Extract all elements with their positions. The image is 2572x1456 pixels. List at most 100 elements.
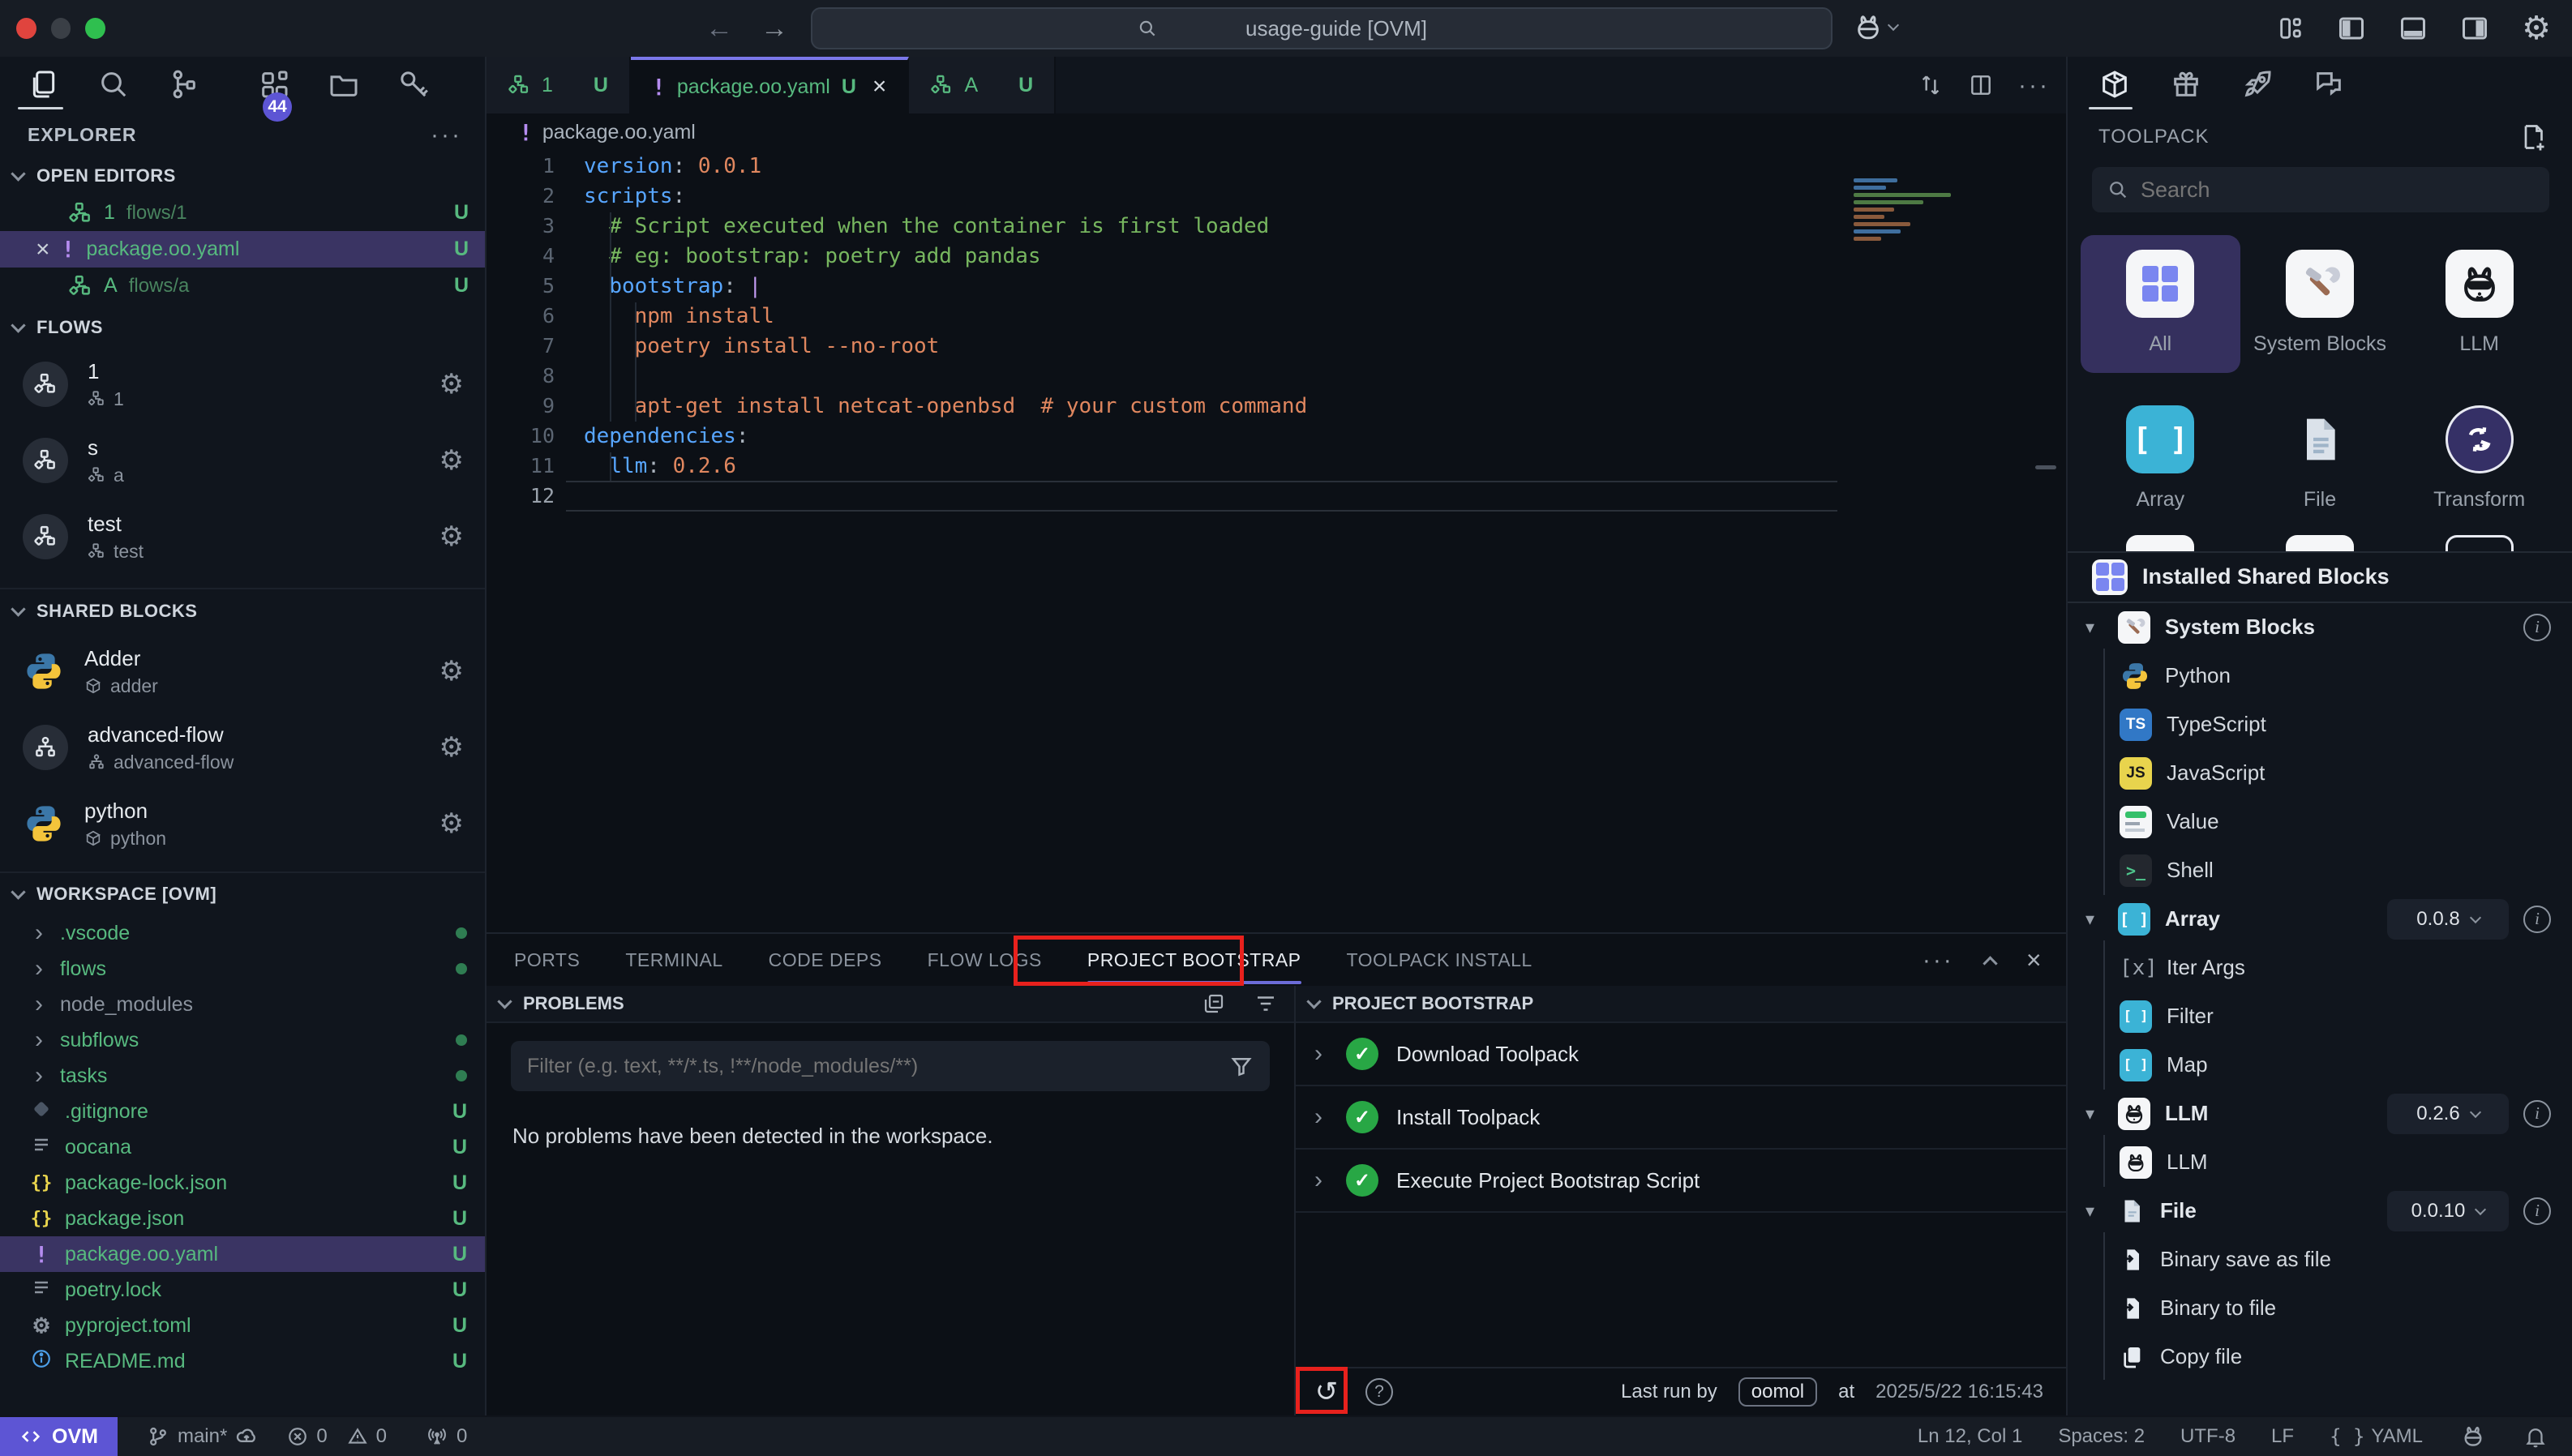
- editor-tab[interactable]: A U: [909, 57, 1056, 113]
- shared-blocks-header[interactable]: SHARED BLOCKS: [0, 588, 485, 633]
- split-editor-icon[interactable]: [1968, 72, 1994, 98]
- info-icon[interactable]: i: [2523, 1197, 2551, 1225]
- indentation[interactable]: Spaces: 2: [2058, 1425, 2145, 1448]
- workspace-folder[interactable]: ›tasks: [0, 1058, 485, 1094]
- workspace-file[interactable]: .gitignoreU: [0, 1094, 485, 1129]
- open-editors-header[interactable]: OPEN EDITORS: [0, 157, 485, 195]
- assistant-menu[interactable]: [1850, 10, 1897, 45]
- open-editor-item-active[interactable]: × ! package.oo.yaml U: [0, 231, 485, 268]
- workspace-folder[interactable]: ›.vscode: [0, 915, 485, 951]
- remote-indicator[interactable]: OVM: [0, 1417, 118, 1456]
- category-system-blocks[interactable]: System Blocks: [2240, 235, 2400, 373]
- close-window-button[interactable]: [16, 18, 36, 39]
- workspace-file[interactable]: oocanaU: [0, 1129, 485, 1165]
- problems-filter[interactable]: [511, 1041, 1270, 1091]
- toggle-left-sidebar-icon[interactable]: [2337, 14, 2366, 43]
- ports-indicator[interactable]: 0: [426, 1425, 467, 1448]
- block-python[interactable]: Python: [2068, 652, 2572, 700]
- gear-icon[interactable]: ⚙: [439, 370, 464, 398]
- block-typescript[interactable]: TS TypeScript: [2068, 700, 2572, 749]
- search-tab-icon[interactable]: [97, 68, 130, 101]
- version-select[interactable]: 0.0.10: [2387, 1191, 2509, 1231]
- gift-tab-icon[interactable]: [2170, 68, 2202, 101]
- toolpack-search-input[interactable]: [2141, 178, 2535, 203]
- command-center-search[interactable]: [811, 7, 1833, 49]
- block-iter-args[interactable]: [x] Iter Args: [2068, 944, 2572, 992]
- scrollbar-handle[interactable]: [2035, 465, 2056, 469]
- bell-icon[interactable]: [2523, 1424, 2548, 1449]
- chevron-right-icon[interactable]: ›: [1309, 1167, 1328, 1194]
- category-array[interactable]: [ ] Array: [2081, 391, 2240, 529]
- panel-more-icon[interactable]: ···: [1923, 954, 1954, 966]
- category-transform[interactable]: Transform: [2399, 391, 2559, 529]
- back-button[interactable]: ←: [705, 13, 733, 45]
- version-select[interactable]: 0.2.6: [2387, 1094, 2509, 1134]
- toggle-bottom-panel-icon[interactable]: [2398, 14, 2428, 43]
- folder-tab-icon[interactable]: [328, 68, 360, 101]
- close-icon[interactable]: ×: [36, 236, 50, 263]
- workspace-file[interactable]: ⚙pyproject.tomlU: [0, 1308, 485, 1343]
- block-filter[interactable]: [ ] Filter: [2068, 992, 2572, 1041]
- editor-more-icon[interactable]: ···: [2018, 79, 2050, 92]
- workspace-section-header[interactable]: WORKSPACE [OVM]: [0, 871, 485, 915]
- gear-icon[interactable]: ⚙: [439, 734, 464, 761]
- layout-customize-icon[interactable]: [2277, 15, 2304, 42]
- minimap[interactable]: [1854, 178, 1967, 244]
- panel-tab-code-deps[interactable]: CODE DEPS: [769, 949, 882, 971]
- shared-block-item[interactable]: advanced-flow advanced-flow ⚙: [0, 709, 485, 786]
- problems-filter-input[interactable]: [527, 1055, 1229, 1078]
- forward-button[interactable]: →: [761, 13, 788, 45]
- toolpack-tab-icon[interactable]: [2098, 68, 2131, 101]
- editor-tab-active[interactable]: ! package.oo.yaml U ×: [631, 57, 909, 113]
- eol[interactable]: LF: [2271, 1425, 2294, 1448]
- workspace-folder[interactable]: ›subflows: [0, 1022, 485, 1058]
- block-llm[interactable]: LLM: [2068, 1138, 2572, 1187]
- open-editor-item[interactable]: A flows/a U: [0, 268, 485, 304]
- gear-icon[interactable]: ⚙: [439, 810, 464, 837]
- flow-item[interactable]: test test ⚙: [0, 499, 485, 575]
- cursor-position[interactable]: Ln 12, Col 1: [1918, 1425, 2022, 1448]
- block-map[interactable]: [ ] Map: [2068, 1041, 2572, 1090]
- close-panel-icon[interactable]: ×: [2026, 945, 2042, 975]
- explorer-tab-icon[interactable]: [28, 68, 60, 101]
- group-file[interactable]: ▾ File 0.0.10 i: [2068, 1187, 2572, 1235]
- new-file-icon[interactable]: [2518, 122, 2548, 152]
- workspace-file[interactable]: README.mdU: [0, 1343, 485, 1379]
- open-editor-item[interactable]: 1 flows/1 U: [0, 195, 485, 231]
- workspace-folder[interactable]: ›node_modules: [0, 987, 485, 1022]
- group-llm[interactable]: ▾ LLM 0.2.6 i: [2068, 1090, 2572, 1138]
- flows-tab-icon[interactable]: 44: [167, 68, 199, 101]
- panel-tab-terminal[interactable]: TERMINAL: [625, 949, 722, 971]
- encoding[interactable]: UTF-8: [2180, 1425, 2235, 1448]
- chat-tab-icon[interactable]: [2313, 68, 2345, 101]
- toolpack-search[interactable]: [2092, 167, 2549, 212]
- block-copy-file[interactable]: Copy file: [2068, 1333, 2572, 1381]
- flow-item[interactable]: s a ⚙: [0, 422, 485, 499]
- rabbit-icon[interactable]: [2458, 1422, 2488, 1451]
- explorer-more-icon[interactable]: ···: [431, 129, 462, 141]
- block-binary-save-as-file[interactable]: Binary save as file: [2068, 1235, 2572, 1284]
- help-icon[interactable]: ?: [1365, 1378, 1393, 1406]
- key-tab-icon[interactable]: [397, 68, 430, 101]
- workspace-folder[interactable]: ›flows: [0, 951, 485, 987]
- breadcrumb[interactable]: ! package.oo.yaml: [487, 113, 2066, 151]
- panel-tab-ports[interactable]: PORTS: [514, 949, 580, 971]
- category-llm[interactable]: LLM: [2399, 235, 2559, 373]
- workspace-file[interactable]: {}package-lock.jsonU: [0, 1165, 485, 1201]
- panel-tab-toolpack-install[interactable]: TOOLPACK INSTALL: [1347, 949, 1532, 971]
- flows-section-header[interactable]: FLOWS: [0, 309, 485, 346]
- collapse-all-icon[interactable]: [1202, 991, 1226, 1016]
- info-icon[interactable]: i: [2523, 1100, 2551, 1128]
- block-value[interactable]: Value: [2068, 798, 2572, 846]
- gear-icon[interactable]: ⚙: [439, 657, 464, 685]
- chevron-expand-icon[interactable]: ▾: [2085, 617, 2103, 638]
- search-input[interactable]: [1166, 16, 1507, 41]
- shared-block-item[interactable]: Adder adder ⚙: [0, 633, 485, 709]
- minimize-window-button[interactable]: [51, 18, 71, 39]
- language-mode[interactable]: { } YAML: [2330, 1425, 2423, 1448]
- shared-block-item[interactable]: python python ⚙: [0, 786, 485, 862]
- category-file[interactable]: File: [2240, 391, 2400, 529]
- gear-icon[interactable]: ⚙: [439, 447, 464, 474]
- compare-changes-icon[interactable]: [1918, 72, 1944, 98]
- rocket-tab-icon[interactable]: [2241, 68, 2274, 101]
